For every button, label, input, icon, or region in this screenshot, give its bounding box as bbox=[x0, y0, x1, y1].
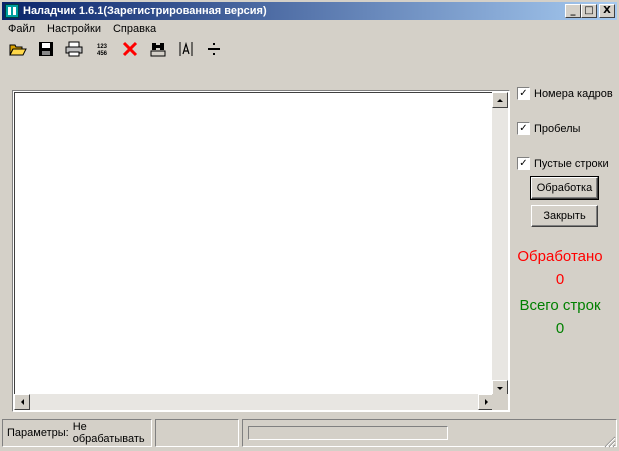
app-icon[interactable] bbox=[5, 4, 19, 18]
horizontal-scrollbar[interactable] bbox=[14, 394, 494, 410]
process-button[interactable]: Обработка bbox=[530, 176, 599, 200]
spaces-checkbox[interactable]: ✓ bbox=[517, 122, 530, 135]
menu-help[interactable]: Справка bbox=[107, 23, 162, 35]
numbering-text-top: 123 bbox=[97, 44, 108, 50]
find-icon[interactable] bbox=[148, 39, 168, 59]
scroll-up-button[interactable] bbox=[492, 92, 508, 108]
status-params-value: Не обрабатывать bbox=[72, 421, 145, 445]
print-icon[interactable] bbox=[64, 39, 84, 59]
status-params: Параметры: Не обрабатывать bbox=[2, 419, 152, 447]
frame-numbers-label: Номера кадров bbox=[534, 87, 613, 100]
delete-icon[interactable] bbox=[120, 39, 140, 59]
close-window-button[interactable]: X bbox=[599, 4, 615, 18]
spaces-label: Пробелы bbox=[534, 122, 581, 135]
open-folder-icon[interactable] bbox=[8, 39, 28, 59]
status-params-label: Параметры: bbox=[7, 427, 69, 439]
arrow-up-icon bbox=[497, 98, 503, 102]
total-lines-value: 0 bbox=[555, 320, 565, 337]
status-panel-empty bbox=[155, 419, 239, 447]
window-controls: _ □ X bbox=[565, 4, 615, 18]
arrow-right-icon bbox=[484, 399, 488, 405]
empty-lines-label: Пустые строки bbox=[534, 157, 609, 170]
menu-bar: Файл Настройки Справка bbox=[2, 21, 162, 37]
total-lines-label: Всего строк bbox=[519, 297, 601, 314]
title-bar[interactable]: Наладчик 1.6.1(Зарегистрированная версия… bbox=[2, 2, 617, 20]
empty-lines-checkbox[interactable]: ✓ bbox=[517, 157, 530, 170]
processed-label: Обработано bbox=[517, 248, 603, 265]
processed-value: 0 bbox=[555, 271, 565, 288]
arrow-down-icon bbox=[497, 386, 503, 390]
divide-icon[interactable] bbox=[204, 39, 224, 59]
option-empty-lines[interactable]: ✓ Пустые строки bbox=[517, 157, 609, 170]
option-spaces[interactable]: ✓ Пробелы bbox=[517, 122, 580, 135]
window-title: Наладчик 1.6.1(Зарегистрированная версия… bbox=[23, 5, 267, 17]
save-icon[interactable] bbox=[36, 39, 56, 59]
toolbar: 123 456 bbox=[8, 38, 232, 60]
vertical-scrollbar[interactable] bbox=[492, 92, 508, 396]
text-format-icon[interactable] bbox=[176, 39, 196, 59]
arrow-left-icon bbox=[20, 399, 24, 405]
close-button[interactable]: Закрыть bbox=[531, 205, 598, 227]
menu-settings[interactable]: Настройки bbox=[41, 23, 107, 35]
numbering-text-bottom: 456 bbox=[97, 51, 108, 57]
numbering-icon[interactable]: 123 456 bbox=[92, 39, 112, 59]
main-window: Наладчик 1.6.1(Зарегистрированная версия… bbox=[0, 0, 619, 451]
menu-file[interactable]: Файл bbox=[2, 23, 41, 35]
maximize-button[interactable]: □ bbox=[581, 4, 597, 18]
minimize-button[interactable]: _ bbox=[565, 4, 581, 18]
scroll-left-button[interactable] bbox=[14, 394, 30, 410]
text-editor[interactable] bbox=[12, 90, 510, 412]
frame-numbers-checkbox[interactable]: ✓ bbox=[517, 87, 530, 100]
scroll-corner bbox=[492, 394, 508, 410]
progress-bar bbox=[248, 426, 448, 440]
resize-grip-icon[interactable] bbox=[604, 436, 616, 448]
option-frame-numbers[interactable]: ✓ Номера кадров bbox=[517, 87, 613, 100]
text-editor-content[interactable] bbox=[14, 92, 494, 396]
